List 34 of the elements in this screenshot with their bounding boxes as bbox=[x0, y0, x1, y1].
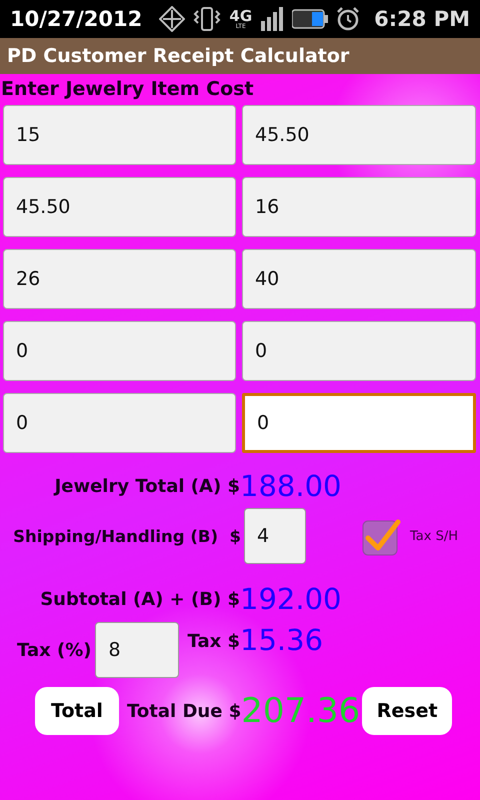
cost-field[interactable]: 0 bbox=[242, 321, 476, 381]
tax-label: Tax $ bbox=[187, 631, 240, 652]
total-due-label: Total Due $ bbox=[127, 700, 242, 722]
jewelry-total-label: Jewelry Total (A) $ bbox=[52, 476, 240, 496]
subtotal-label: Subtotal (A) + (B) $ bbox=[39, 588, 240, 610]
vibrate-icon bbox=[193, 6, 222, 32]
cost-field[interactable]: 40 bbox=[242, 249, 476, 309]
alarm-icon bbox=[336, 7, 360, 31]
cost-field[interactable]: 16 bbox=[242, 177, 476, 237]
cost-field[interactable]: 45.50 bbox=[242, 105, 476, 165]
title-bar: PD Customer Receipt Calculator bbox=[0, 38, 480, 74]
cost-field[interactable]: 15 bbox=[3, 105, 236, 165]
tax-value: 15.36 bbox=[240, 623, 324, 657]
shipping-label: Shipping/Handling (B) $ bbox=[12, 526, 241, 546]
status-date: 10/27/2012 bbox=[10, 7, 142, 31]
tax-sh-label: Tax S/H bbox=[410, 528, 458, 544]
reset-button[interactable]: Reset bbox=[362, 687, 452, 735]
status-time: 6:28 PM bbox=[374, 7, 470, 31]
cost-field[interactable]: 0 bbox=[3, 321, 236, 381]
cost-field[interactable]: 0 bbox=[242, 393, 476, 453]
cost-field[interactable]: 26 bbox=[3, 249, 236, 309]
signal-icon bbox=[260, 7, 284, 31]
total-due-value: 207.36 bbox=[241, 691, 360, 731]
subtotal-value: 192.00 bbox=[240, 582, 342, 616]
total-button[interactable]: Total bbox=[35, 687, 119, 735]
battery-icon bbox=[292, 8, 328, 30]
shipping-field[interactable]: 4 bbox=[244, 508, 306, 564]
cost-field[interactable]: 0 bbox=[3, 393, 236, 453]
cost-field[interactable]: 45.50 bbox=[3, 177, 236, 237]
tax-percent-field[interactable]: 8 bbox=[95, 622, 180, 678]
section-label: Enter Jewelry Item Cost bbox=[1, 78, 255, 100]
jewelry-total-value: 188.00 bbox=[240, 469, 342, 503]
gps-icon bbox=[159, 6, 186, 32]
tax-percent-label: Tax (%) bbox=[17, 640, 92, 660]
